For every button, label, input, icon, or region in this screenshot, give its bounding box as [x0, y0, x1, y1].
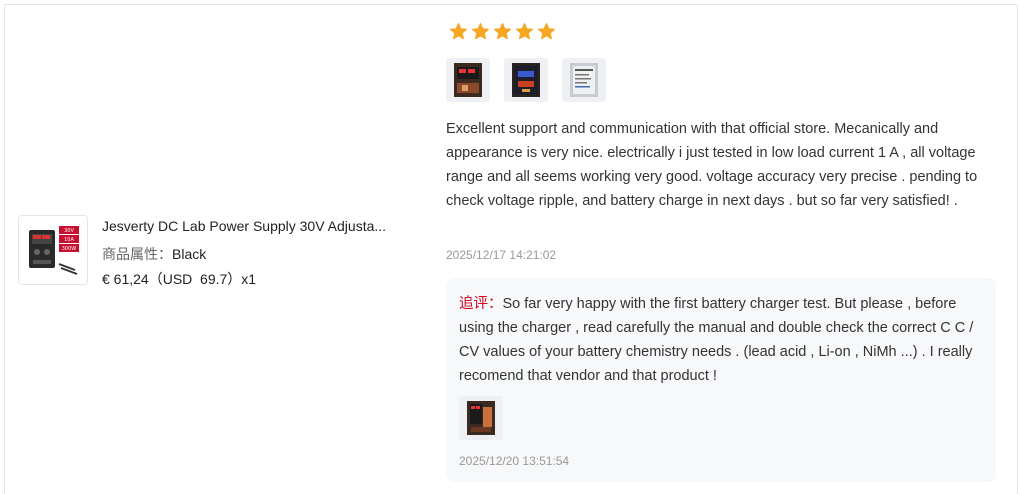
star-icon [493, 22, 512, 40]
attribute-value: Black [172, 246, 207, 262]
review-date: 2025/12/17 14:21:02 [446, 248, 557, 262]
followup-text-block: 追评：So far very happy with the first batt… [459, 292, 989, 388]
product-thumbnail[interactable]: 30V 10A 300W [18, 215, 88, 285]
star-icon [449, 22, 468, 40]
review-photo[interactable] [562, 58, 606, 102]
product-attribute: 商品属性：Black [102, 244, 206, 264]
followup-photo[interactable] [459, 396, 503, 440]
star-rating [449, 22, 556, 42]
star-icon [537, 22, 556, 40]
thumb-label-1: 30V [64, 228, 74, 234]
review-photos [446, 58, 606, 102]
followup-text: So far very happy with the first battery… [459, 296, 974, 384]
review-photo[interactable] [446, 58, 490, 102]
followup-review: 追评：So far very happy with the first batt… [446, 278, 996, 482]
star-icon [515, 22, 534, 40]
star-icon [471, 22, 490, 40]
followup-label: 追评： [459, 296, 503, 312]
product-info: 30V 10A 300W Jesverty DC Lab Power Suppl… [18, 214, 418, 287]
thumb-label-2: 10A [64, 237, 74, 243]
review-text: Excellent support and communication with… [446, 121, 978, 209]
attribute-key: 商品属性： [102, 246, 172, 262]
product-price: € 61,24（USD 69.7）x1 [102, 271, 257, 287]
followup-date: 2025/12/20 13:51:54 [459, 454, 570, 468]
product-title[interactable]: Jesverty DC Lab Power Supply 30V Adjusta… [102, 218, 386, 234]
thumb-label-3: 300W [62, 246, 77, 252]
review-photo[interactable] [504, 58, 548, 102]
